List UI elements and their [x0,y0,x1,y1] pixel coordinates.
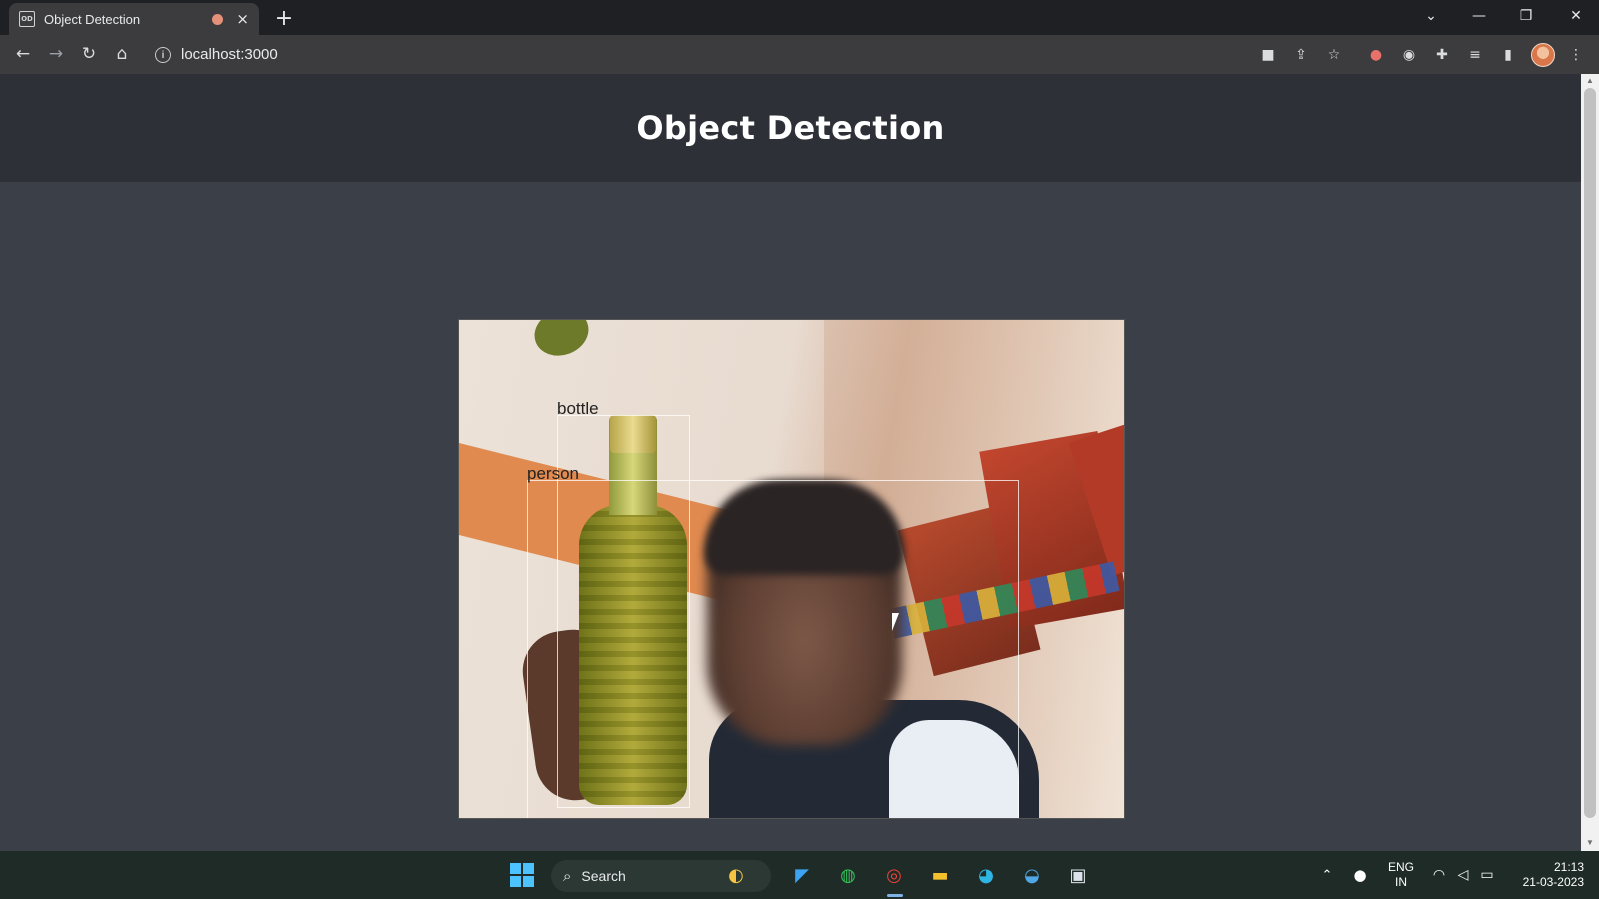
start-windows-icon[interactable] [508,861,536,889]
extension-record-icon[interactable]: ◉ [1398,44,1420,66]
scroll-up-icon[interactable]: ▲ [1585,76,1595,86]
restore-button[interactable]: ❐ [1503,0,1549,32]
forward-arrow-icon[interactable]: → [41,39,71,69]
search-label: Search [581,868,626,884]
more-menu-icon[interactable]: ⋮ [1565,44,1587,66]
home-icon[interactable]: ⌂ [107,39,137,69]
webcam-canvas: bottle person [458,319,1125,819]
battery-icon[interactable]: ▭ [1473,861,1501,889]
scroll-down-icon[interactable]: ▼ [1585,838,1595,848]
back-arrow-icon[interactable]: ← [8,39,38,69]
whatsapp-icon[interactable]: ◍ [834,861,862,889]
windows-taskbar: ⌕ Search ◐ ◤ ◍ ◎ ▬ ◕ ◒ ▣ ⌃ ● ENG IN ◠ ◁ … [0,851,1599,899]
region-code: IN [1395,875,1407,889]
detection-label-person: person [527,464,579,483]
tray-overflow-chevron-icon[interactable]: ⌃ [1313,861,1341,889]
tab-search-button[interactable]: ⌄ [1408,0,1454,32]
chrome-icon[interactable]: ◎ [880,861,908,889]
close-window-button[interactable]: ✕ [1553,0,1599,32]
language-code: ENG [1387,860,1414,874]
search-icon: ⌕ [563,867,572,885]
page-header: Object Detection [0,74,1581,182]
language-indicator[interactable]: ENG IN [1382,860,1420,890]
browser-toolbar: ← → ↻ ⌂ i localhost:3000 ■ ⇪ ☆ ● ◉ ✚ ≡ ▮… [0,35,1599,74]
clock-date: 21-03-2023 [1522,875,1584,889]
extension-brain-icon[interactable]: ● [1365,44,1387,66]
vscode-icon[interactable]: ◤ [788,861,816,889]
mouse-cursor-icon [892,613,906,631]
widgets-icon[interactable]: ◐ [722,861,750,889]
extensions-puzzle-icon[interactable]: ✚ [1431,44,1453,66]
side-panel-icon[interactable]: ▮ [1497,44,1519,66]
page-title: Object Detection [636,109,945,147]
camera-in-use-icon[interactable]: ■ [1257,44,1279,66]
profile-avatar[interactable] [1531,43,1555,67]
reading-list-icon[interactable]: ≡ [1464,44,1486,66]
detection-label-bottle: bottle [557,399,599,418]
minimize-button[interactable]: — [1456,0,1502,32]
screen-recorder-icon[interactable]: ▣ [1064,861,1092,889]
address-bar[interactable]: localhost:3000 [181,46,278,63]
browser-tab-strip: OD Object Detection × + ⌄ — ❐ ✕ [0,0,1599,35]
microphone-icon[interactable]: ● [1346,861,1374,889]
system-clock[interactable]: 21:13 21-03-2023 [1508,860,1584,890]
active-app-indicator [887,894,903,897]
clock-time: 21:13 [1553,860,1584,874]
recording-indicator-icon [212,13,224,25]
detection-box-person [527,480,1019,818]
tab-title: Object Detection [44,11,141,27]
page-scrollbar[interactable]: ▲ ▼ [1581,74,1599,851]
app-favicon-icon: OD [19,11,35,27]
new-tab-button[interactable]: + [270,4,298,32]
page-viewport: Object Detection bottle person [0,74,1581,851]
site-info-icon[interactable]: i [155,47,171,63]
scrollbar-thumb[interactable] [1584,88,1596,818]
edge-icon[interactable]: ◕ [972,861,1000,889]
bookmark-star-icon[interactable]: ☆ [1323,44,1345,66]
reload-icon[interactable]: ↻ [74,39,104,69]
file-explorer-icon[interactable]: ▬ [926,861,954,889]
tab-close-icon[interactable]: × [236,10,249,28]
share-icon[interactable]: ⇪ [1290,44,1312,66]
store-icon[interactable]: ◒ [1018,861,1046,889]
tab-object-detection[interactable]: OD Object Detection × [9,3,259,35]
